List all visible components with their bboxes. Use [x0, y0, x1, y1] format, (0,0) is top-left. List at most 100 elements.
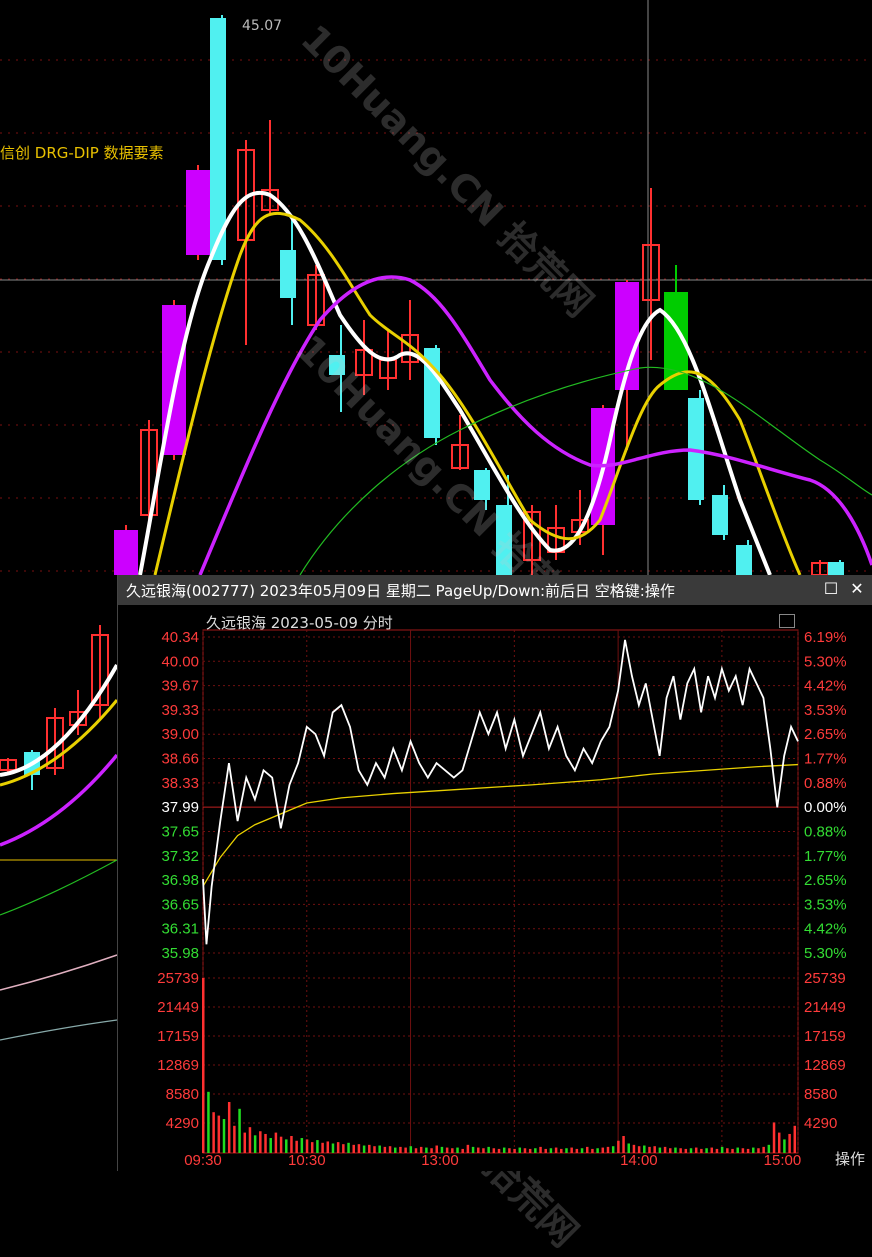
- volume-bar: [414, 1148, 418, 1153]
- volume-bar: [445, 1147, 449, 1153]
- candle-body: [210, 18, 226, 260]
- price-tick-label: 37.99: [161, 799, 199, 816]
- volume-bar: [585, 1146, 589, 1153]
- volume-bar: [684, 1148, 688, 1153]
- volume-bar: [736, 1147, 739, 1153]
- volume-bar: [440, 1146, 444, 1153]
- peak-price-label: 45.07: [242, 18, 283, 34]
- volume-bar: [279, 1136, 283, 1153]
- price-tick-label: 39.67: [161, 678, 199, 695]
- volume-bar: [471, 1146, 475, 1153]
- volume-bar: [700, 1148, 703, 1153]
- ma60-line: [0, 859, 118, 916]
- candle-body: [186, 170, 210, 255]
- volume-bar: [285, 1139, 288, 1153]
- price-tick-label: 38.66: [161, 751, 199, 768]
- candle-body: [712, 495, 728, 535]
- volume-bar: [217, 1115, 221, 1153]
- ma10-line: [153, 211, 802, 576]
- volume-bar: [461, 1148, 464, 1153]
- volume-bar: [357, 1144, 361, 1153]
- pct-tick-label: 1.77%: [804, 751, 847, 768]
- volume-tick-label: 21449: [804, 999, 846, 1016]
- volume-tick-label: 4290: [804, 1115, 837, 1132]
- price-tick-label: 39.33: [161, 702, 199, 719]
- volume-bar: [689, 1148, 693, 1153]
- volume-bar: [477, 1147, 480, 1153]
- volume-tick-label: 8580: [166, 1086, 199, 1103]
- volume-bar: [383, 1146, 387, 1153]
- time-tick-label: 13:00: [421, 1152, 459, 1169]
- intraday-popup-window: 久远银海(002777) 2023年05月09日 星期二 PageUp/Down…: [117, 575, 872, 1171]
- volume-bar: [316, 1140, 319, 1153]
- volume-bar: [336, 1142, 340, 1153]
- volume-bar: [393, 1147, 397, 1153]
- pct-tick-label: 4.42%: [804, 921, 847, 938]
- volume-bar: [435, 1145, 439, 1153]
- volume-bar: [342, 1144, 345, 1153]
- volume-bar: [305, 1139, 309, 1153]
- volume-bar: [674, 1147, 677, 1153]
- volume-tick-label: 17159: [804, 1028, 846, 1045]
- volume-bar: [451, 1148, 454, 1153]
- volume-bar: [658, 1147, 662, 1153]
- volume-bar: [617, 1140, 620, 1153]
- volume-bar: [207, 1091, 210, 1153]
- time-tick-label: 10:30: [288, 1152, 326, 1169]
- candle-body: [496, 505, 512, 575]
- price-tick-label: 39.00: [161, 726, 199, 743]
- price-tick-label: 37.32: [161, 848, 199, 865]
- volume-bar: [300, 1138, 304, 1153]
- time-tick-label: 09:30: [184, 1152, 222, 1169]
- volume-bar: [575, 1148, 579, 1153]
- volume-bar: [274, 1132, 278, 1153]
- time-tick-label: 14:00: [620, 1152, 658, 1169]
- volume-bar: [565, 1148, 568, 1153]
- volume-bar: [726, 1148, 729, 1153]
- pct-tick-label: 6.19%: [804, 629, 847, 646]
- volume-bar: [456, 1147, 459, 1153]
- price-tick-label: 38.33: [161, 775, 199, 792]
- volume-bar: [227, 1102, 231, 1153]
- operate-button[interactable]: 操作: [835, 1148, 865, 1169]
- volume-bar: [388, 1146, 392, 1153]
- volume-bar: [544, 1148, 547, 1153]
- volume-bar: [596, 1148, 599, 1153]
- volume-bar: [762, 1146, 765, 1153]
- volume-bar: [741, 1148, 745, 1153]
- price-tick-label: 36.65: [161, 896, 199, 913]
- volume-bar: [622, 1136, 625, 1153]
- candle-body: [474, 470, 490, 500]
- volume-bar: [269, 1138, 272, 1153]
- volume-tick-label: 12869: [157, 1057, 199, 1074]
- candle-body: [736, 545, 752, 575]
- candle-body: [114, 530, 138, 575]
- long-ma-line: [0, 954, 118, 991]
- volume-bar: [259, 1131, 262, 1153]
- pct-tick-label: 0.88%: [804, 775, 847, 792]
- volume-bar: [523, 1148, 527, 1153]
- volume-bar: [767, 1144, 771, 1153]
- volume-bar: [233, 1125, 236, 1153]
- volume-bar: [669, 1148, 672, 1153]
- price-tick-label: 40.00: [161, 653, 199, 670]
- pct-tick-label: 3.53%: [804, 702, 847, 719]
- volume-bar: [746, 1148, 750, 1153]
- volume-bar: [492, 1148, 496, 1153]
- volume-bar: [643, 1145, 646, 1153]
- volume-bar: [549, 1148, 553, 1153]
- volume-tick-label: 4290: [166, 1115, 199, 1132]
- volume-bar: [528, 1148, 532, 1153]
- volume-bar: [425, 1147, 428, 1153]
- pct-tick-label: 0.88%: [804, 823, 847, 840]
- volume-bar: [606, 1146, 610, 1153]
- volume-tick-label: 12869: [804, 1057, 846, 1074]
- volume-bar: [409, 1146, 413, 1153]
- price-tick-label: 35.98: [161, 945, 199, 962]
- time-tick-label: 15:00: [764, 1152, 802, 1169]
- volume-bar: [352, 1144, 355, 1153]
- pct-tick-label: 3.53%: [804, 896, 847, 913]
- volume-bar: [632, 1144, 636, 1153]
- volume-bar: [591, 1148, 594, 1153]
- volume-bar: [752, 1147, 755, 1153]
